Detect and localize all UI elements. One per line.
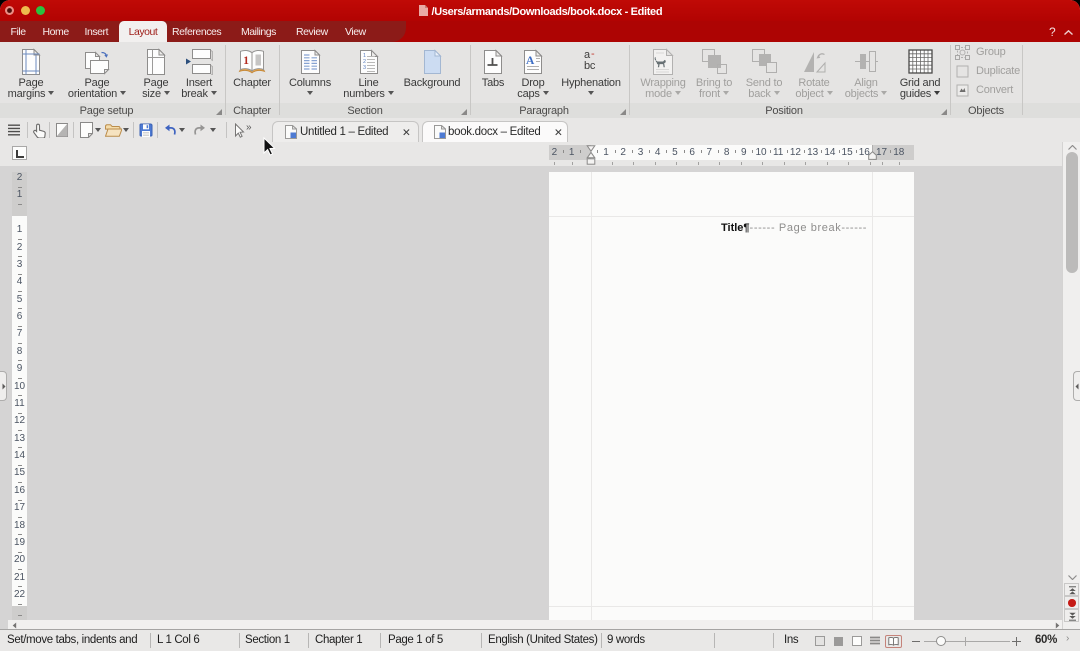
svg-text:bc: bc [584,60,596,72]
svg-text:1: 1 [243,55,249,67]
svg-text:A: A [526,55,535,67]
svg-text:3: 3 [363,65,366,71]
svg-text:-: - [591,48,595,60]
